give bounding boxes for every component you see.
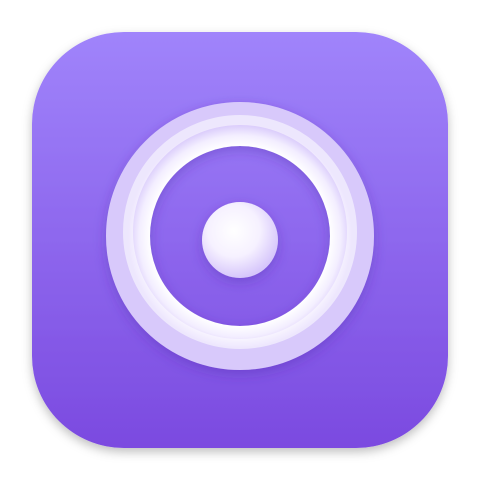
app-icon-canvas <box>0 0 480 480</box>
app-icon[interactable] <box>0 0 480 480</box>
center-dot <box>202 202 278 278</box>
